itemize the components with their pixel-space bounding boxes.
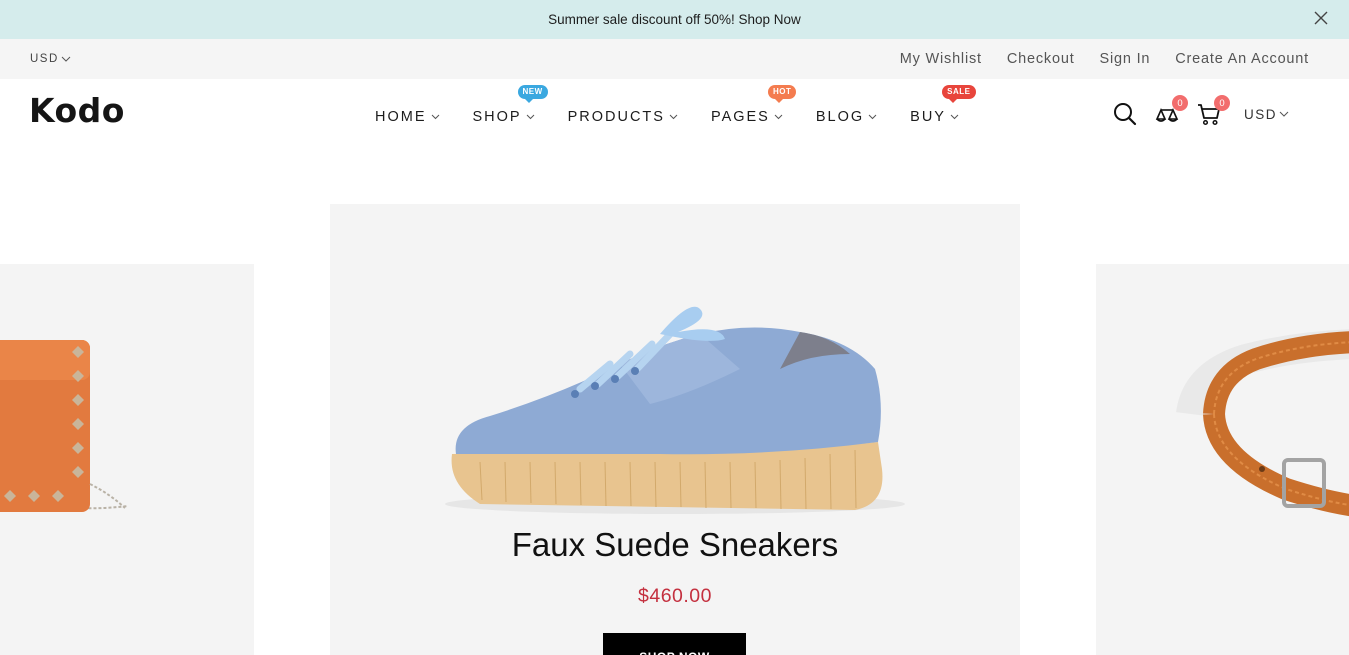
- close-icon[interactable]: [1313, 10, 1329, 26]
- top-utility-bar: USD My Wishlist Checkout Sign In Create …: [0, 39, 1349, 79]
- chevron-down-icon: [868, 114, 877, 120]
- sneaker-image: [445, 306, 905, 514]
- nav-label: HOME: [375, 109, 427, 125]
- nav-item-pages[interactable]: HOT PAGES: [710, 85, 797, 125]
- nav-item-products[interactable]: PRODUCTS: [568, 109, 678, 125]
- chevron-down-icon: [669, 114, 678, 120]
- chevron-down-icon: [431, 114, 439, 120]
- sale-badge: SALE: [942, 85, 976, 103]
- belt-image: [1176, 329, 1349, 517]
- nav-item-home[interactable]: HOME: [375, 109, 440, 125]
- header-actions: 0 0 USD: [1112, 95, 1289, 127]
- announcement-text[interactable]: Summer sale discount off 50%! Shop Now: [548, 12, 801, 27]
- announcement-bar: Summer sale discount off 50%! Shop Now: [0, 0, 1349, 39]
- chevron-down-icon: [774, 114, 783, 120]
- currency-selector-header[interactable]: USD: [1244, 107, 1289, 122]
- wishlist-link[interactable]: My Wishlist: [900, 51, 982, 67]
- main-nav: HOME NEW SHOP PRODUCTS HOT PAGES BLOG SA…: [375, 85, 992, 125]
- chevron-down-icon: [950, 114, 959, 120]
- account-links: My Wishlist Checkout Sign In Create An A…: [900, 51, 1319, 67]
- chevron-down-icon: [1279, 111, 1289, 117]
- cart-count-badge: 0: [1213, 95, 1230, 111]
- new-badge: NEW: [517, 85, 548, 103]
- nav-label: BUY: [910, 109, 946, 125]
- currency-label: USD: [30, 53, 59, 65]
- product-price: $460.00: [638, 585, 712, 607]
- nav-label: SHOP: [472, 109, 522, 125]
- product-title[interactable]: Faux Suede Sneakers: [330, 526, 1020, 564]
- nav-item-buy[interactable]: SALE BUY: [910, 85, 976, 125]
- nav-label: PAGES: [710, 109, 770, 125]
- sign-in-link[interactable]: Sign In: [1100, 51, 1151, 67]
- logo[interactable]: Kodo: [29, 91, 125, 130]
- search-icon[interactable]: [1112, 101, 1138, 127]
- cart-button[interactable]: 0: [1196, 95, 1230, 127]
- create-account-link[interactable]: Create An Account: [1175, 51, 1309, 67]
- handbag-image: [0, 340, 129, 512]
- main-header: Kodo HOME NEW SHOP PRODUCTS HOT PAGES BL…: [0, 79, 1349, 159]
- currency-label: USD: [1243, 106, 1277, 122]
- slide-previous[interactable]: [0, 264, 254, 655]
- compare-button[interactable]: 0: [1154, 95, 1188, 127]
- nav-item-blog[interactable]: BLOG: [816, 109, 877, 125]
- chevron-down-icon: [61, 56, 71, 62]
- wishlist-count-badge: 0: [1171, 95, 1188, 111]
- nav-label: BLOG: [815, 109, 865, 125]
- slide-current: Faux Suede Sneakers $460.00 SHOP NOW: [330, 204, 1020, 655]
- currency-selector-top[interactable]: USD: [30, 53, 71, 65]
- hot-badge: HOT: [767, 85, 797, 103]
- shop-now-button[interactable]: SHOP NOW: [603, 633, 746, 655]
- nav-item-shop[interactable]: NEW SHOP: [472, 85, 548, 125]
- chevron-down-icon: [526, 114, 534, 120]
- slide-next[interactable]: [1096, 264, 1349, 655]
- checkout-link[interactable]: Checkout: [1007, 51, 1075, 67]
- nav-label: PRODUCTS: [567, 109, 665, 125]
